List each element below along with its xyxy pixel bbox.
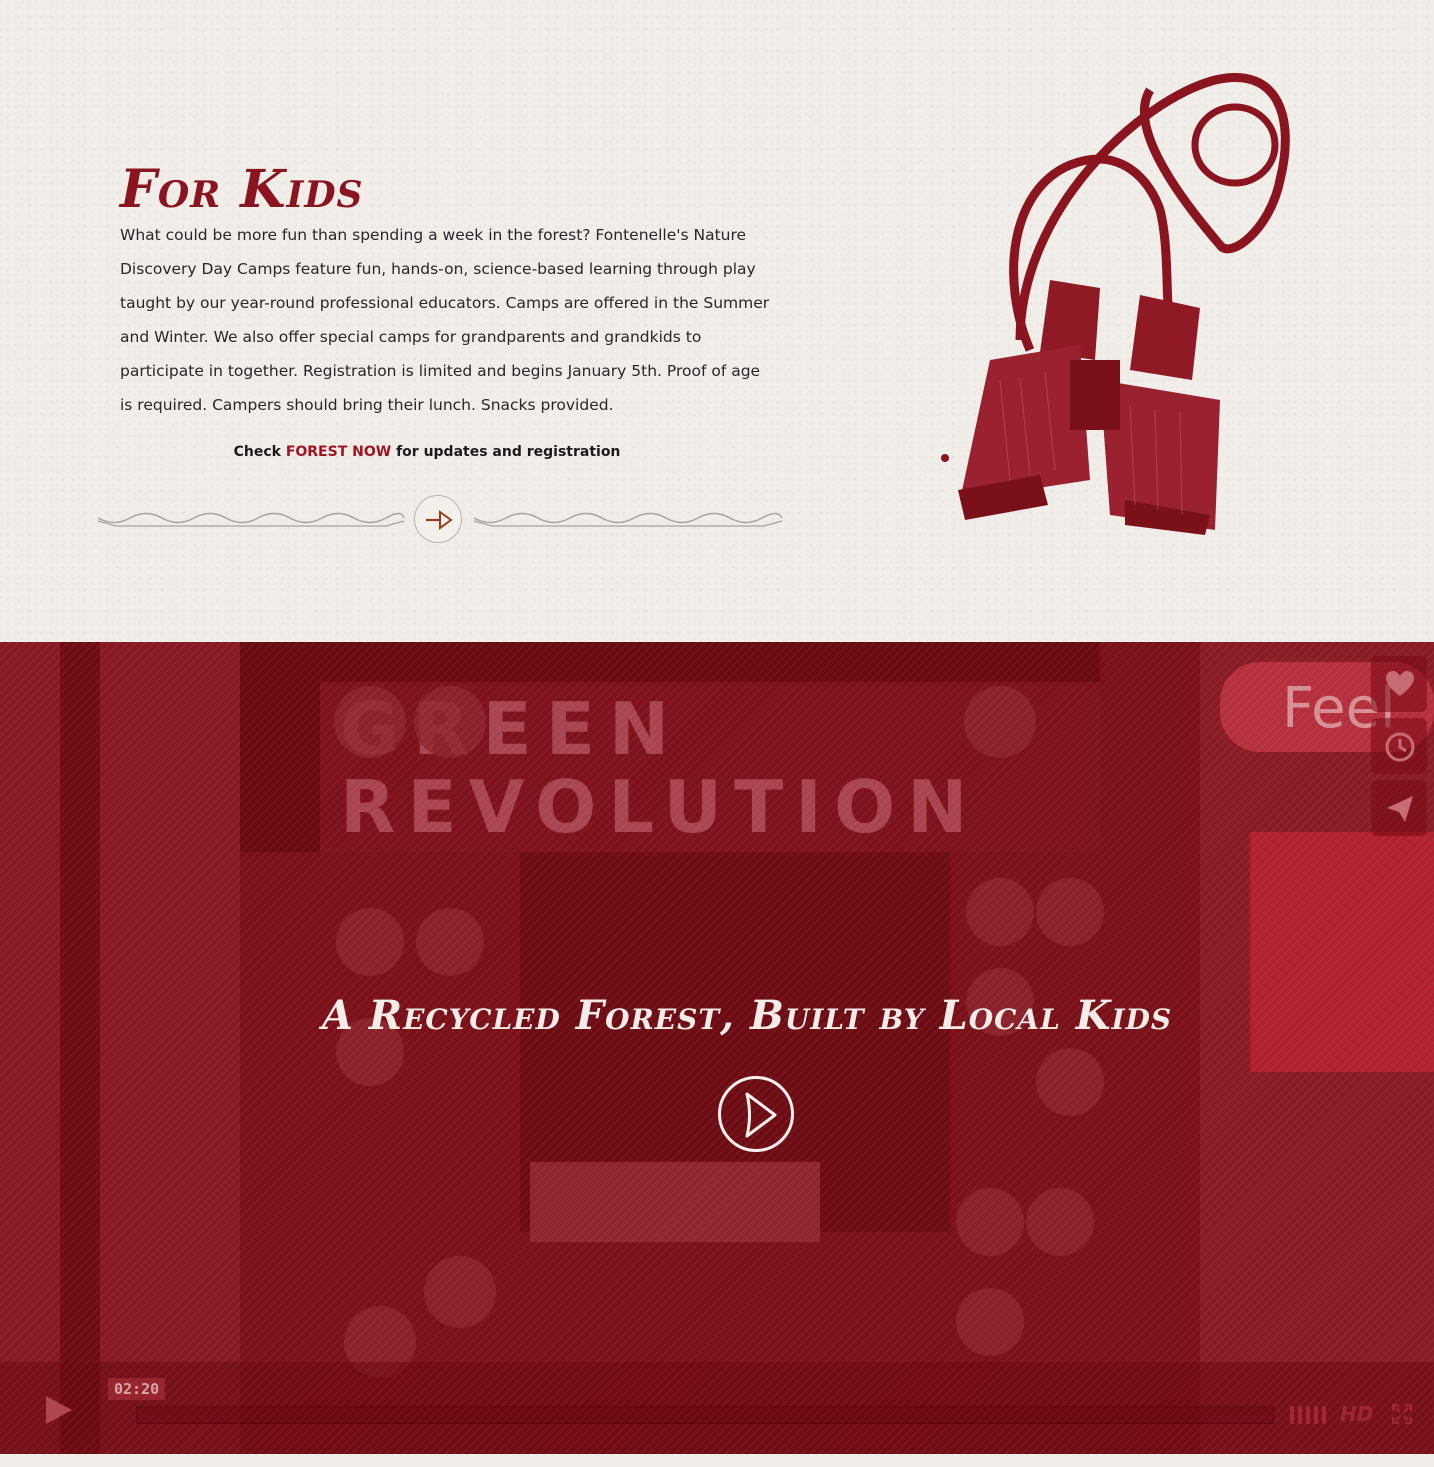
video-stripe-overlay (0, 642, 1434, 1454)
volume-icon[interactable] (1290, 1406, 1328, 1424)
kids-section: For Kids What could be more fun than spe… (0, 0, 1434, 642)
cta-suffix: for updates and registration (391, 444, 621, 460)
next-button[interactable] (414, 495, 462, 543)
intro-paragraph: What could be more fun than spending a w… (120, 226, 770, 414)
share-button[interactable] (1371, 780, 1427, 836)
control-play-icon[interactable] (44, 1394, 74, 1426)
video-player[interactable]: Feel GREEN REVOLUTION A Recycled Forest,… (0, 642, 1434, 1454)
fullscreen-icon[interactable] (1392, 1404, 1412, 1424)
forest-now-link[interactable]: FOREST NOW (286, 444, 391, 460)
bottom-strip (0, 1454, 1434, 1467)
timecode-badge: 02:20 (108, 1378, 166, 1400)
clock-icon (1385, 732, 1415, 762)
watch-later-button[interactable] (1371, 718, 1427, 774)
section-title: For Kids (120, 159, 364, 220)
hd-toggle[interactable]: HD (1340, 1402, 1373, 1426)
send-icon (1387, 796, 1413, 822)
cta-prefix: Check (233, 444, 286, 460)
progress-bar[interactable] (136, 1406, 1274, 1424)
player-controls: 02:20 HD (10, 1378, 1434, 1454)
cta-text: Check FOREST NOW for updates and registr… (120, 444, 734, 460)
video-title: A Recycled Forest, Built by Local Kids (321, 992, 1173, 1039)
binoculars-illustration (941, 73, 1290, 535)
arrow-right-icon (426, 510, 453, 530)
play-button[interactable] (718, 1076, 794, 1152)
heart-icon (1386, 671, 1414, 696)
play-icon (745, 1092, 777, 1138)
side-actions (1371, 656, 1427, 842)
like-button[interactable] (1371, 656, 1427, 712)
